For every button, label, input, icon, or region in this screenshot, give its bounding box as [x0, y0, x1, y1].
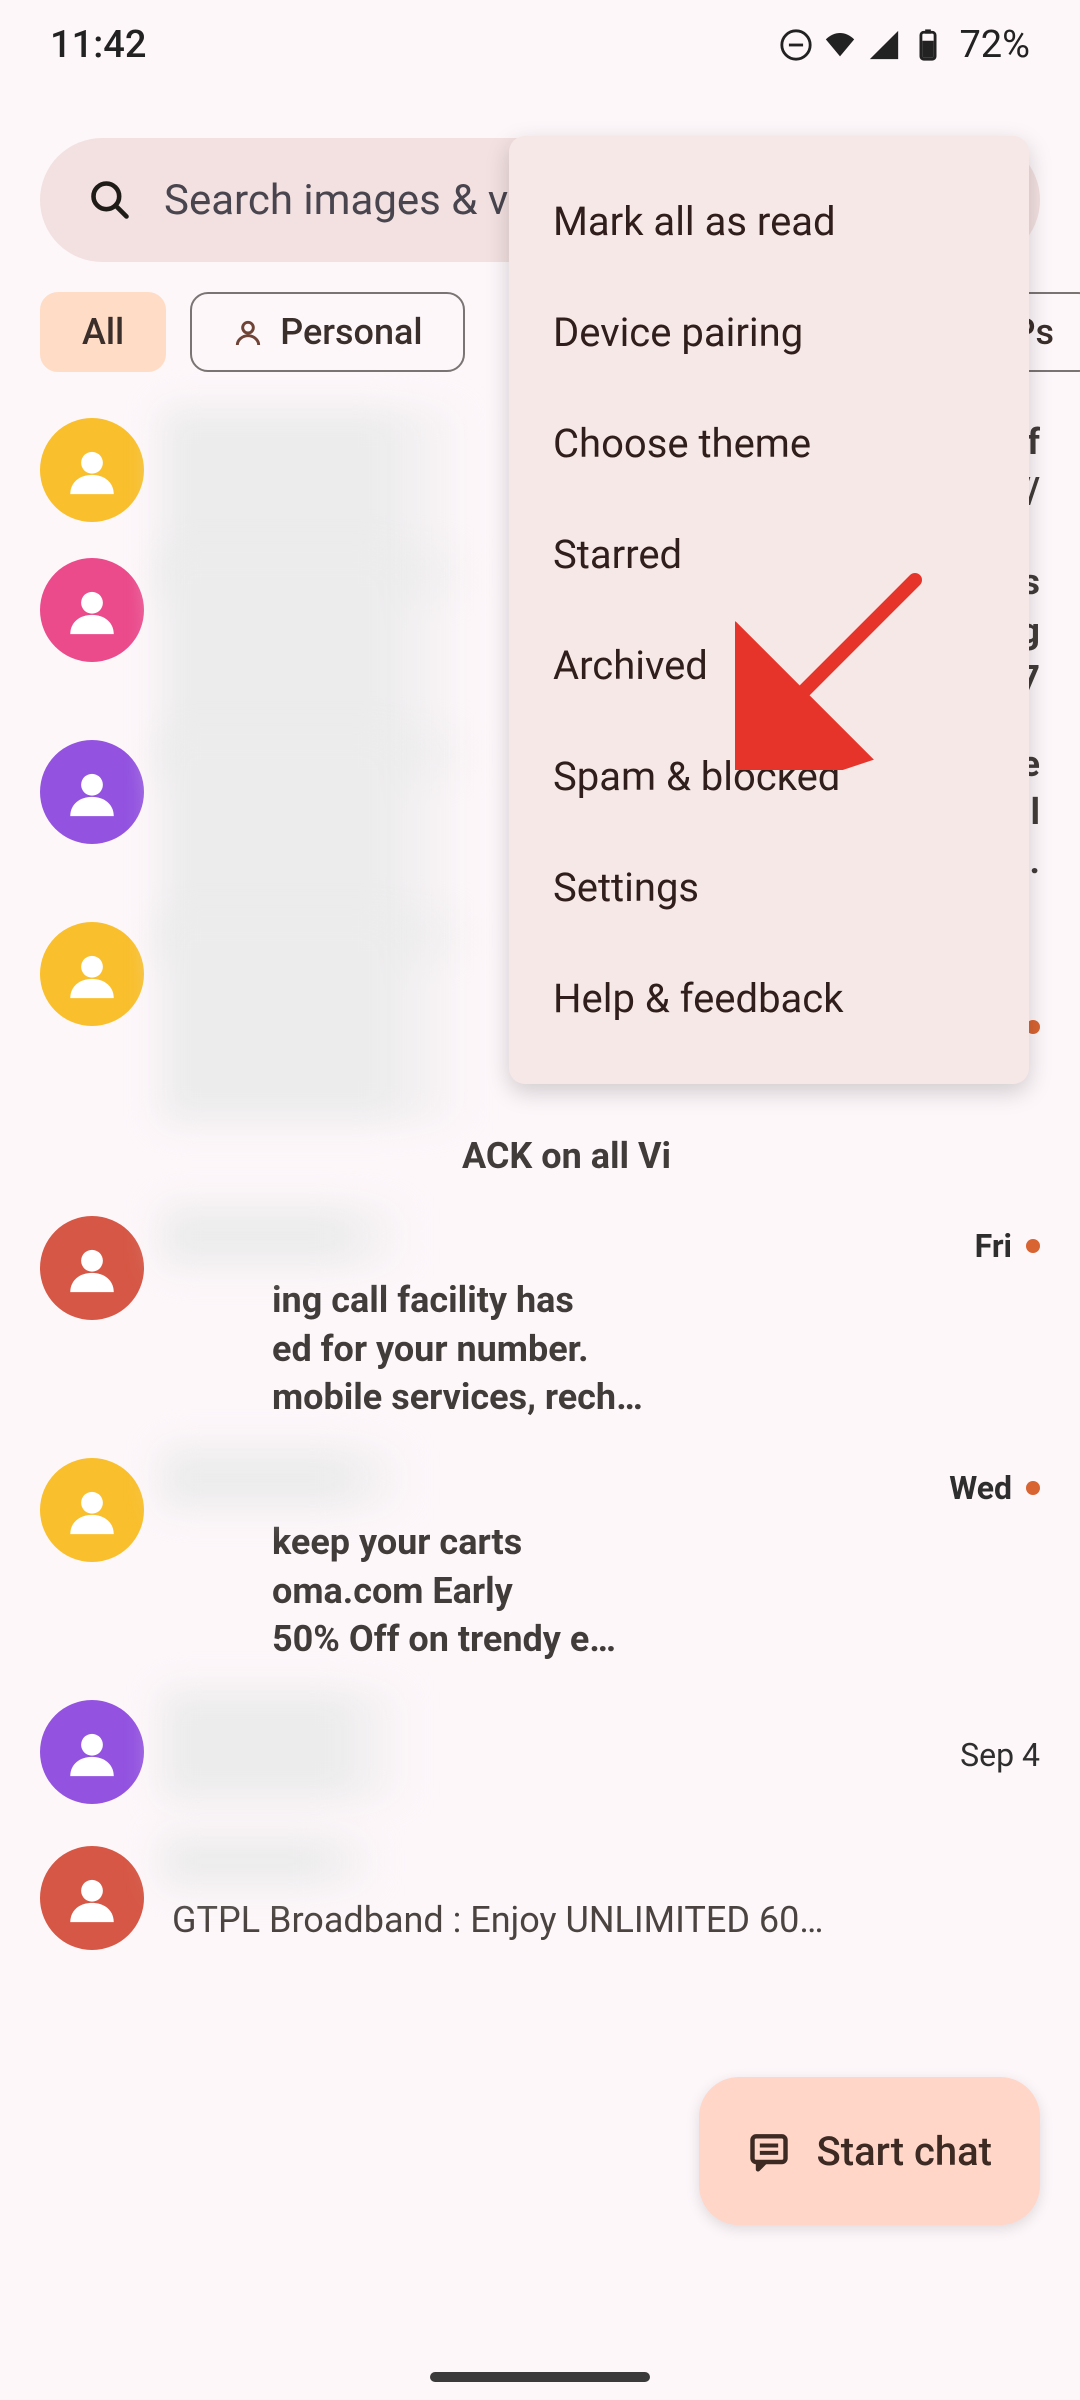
avatar — [40, 558, 144, 662]
menu-spam-blocked[interactable]: Spam & blocked — [509, 721, 1029, 832]
conversation-row[interactable]: Sep 4 — [40, 1682, 1040, 1828]
status-bar: 11:42 72% — [0, 0, 1080, 90]
unread-dot — [1026, 1239, 1040, 1253]
person-icon — [232, 316, 264, 348]
chip-personal[interactable]: Personal — [190, 292, 464, 372]
chat-icon — [747, 2129, 791, 2173]
status-time: 11:42 — [50, 23, 146, 67]
conversation-row[interactable]: Wed keep your carts oma.com Early 50% Of… — [40, 1440, 1040, 1682]
conversation-preview: GTPL Broadband : Enjoy UNLIMITED 60… — [172, 1896, 1040, 1945]
status-right: 72% — [779, 23, 1030, 67]
search-icon — [88, 178, 132, 222]
menu-archived[interactable]: Archived — [509, 610, 1029, 721]
menu-device-pairing[interactable]: Device pairing — [509, 277, 1029, 388]
wifi-icon — [823, 28, 857, 62]
fab-label: Start chat — [817, 2128, 992, 2175]
start-chat-fab[interactable]: Start chat — [699, 2077, 1040, 2225]
conversation-timestamp: Sep 4 — [960, 1736, 1040, 1774]
avatar — [40, 1216, 144, 1320]
avatar — [40, 1700, 144, 1804]
avatar — [40, 1458, 144, 1562]
nav-handle[interactable] — [430, 2372, 650, 2382]
conversation-row[interactable]: GTPL Broadband : Enjoy UNLIMITED 60… — [40, 1828, 1040, 1968]
avatar — [40, 418, 144, 522]
conversation-timestamp: Fri — [975, 1227, 1040, 1265]
overflow-menu: Mark all as read Device pairing Choose t… — [509, 136, 1029, 1084]
dnd-icon — [779, 28, 813, 62]
chip-label: Personal — [280, 311, 422, 353]
conversation-preview: ing call facility has ed for your number… — [172, 1276, 1040, 1422]
avatar — [40, 922, 144, 1026]
menu-choose-theme[interactable]: Choose theme — [509, 388, 1029, 499]
conversation-preview: ACK on all Vi — [172, 1132, 1040, 1181]
signal-icon — [867, 28, 901, 62]
battery-percent: 72% — [959, 23, 1030, 67]
menu-settings[interactable]: Settings — [509, 832, 1029, 943]
menu-starred[interactable]: Starred — [509, 499, 1029, 610]
chip-label: All — [82, 311, 124, 353]
unread-dot — [1026, 1481, 1040, 1495]
menu-help-feedback[interactable]: Help & feedback — [509, 943, 1029, 1054]
conversation-timestamp: Wed — [949, 1469, 1040, 1507]
conversation-row[interactable]: Fri ing call facility has ed for your nu… — [40, 1198, 1040, 1440]
chip-all[interactable]: All — [40, 292, 166, 372]
battery-icon — [911, 28, 945, 62]
avatar — [40, 1846, 144, 1950]
menu-mark-all-read[interactable]: Mark all as read — [509, 166, 1029, 277]
conversation-preview: keep your carts oma.com Early 50% Off on… — [172, 1518, 1040, 1664]
avatar — [40, 740, 144, 844]
